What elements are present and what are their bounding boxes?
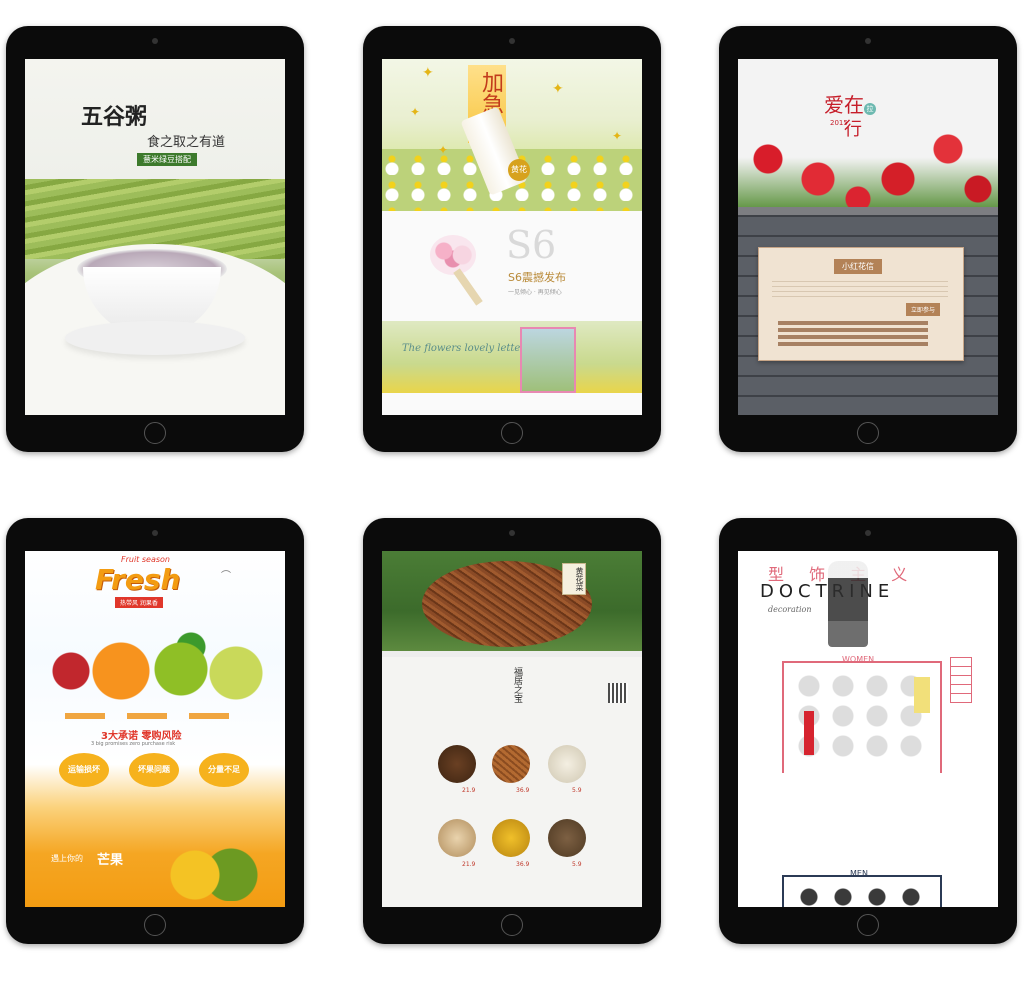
tablet-3: 爱在 拉 行 2015 小红花信 立即参与 [719, 26, 1017, 452]
product-thumb[interactable] [548, 745, 586, 783]
porridge-subtitle: 食之取之有道 [147, 135, 226, 150]
product-thumb[interactable] [438, 745, 476, 783]
home-button[interactable] [501, 422, 523, 444]
fresh-title: Fresh [95, 563, 181, 596]
camera [865, 530, 871, 536]
butterfly-icon: ✦ [612, 129, 623, 143]
decoration-script: decoration [768, 605, 812, 614]
mango-title: 芒果 [97, 853, 124, 868]
mango-prefix: 遇上你的 [51, 854, 83, 863]
home-button[interactable] [857, 422, 879, 444]
panel-list [778, 321, 928, 349]
bird-icon: ⌒ [221, 571, 231, 582]
promise-btn-weight[interactable]: 分量不足 [199, 753, 249, 787]
tablet-2: 加急函 黄花 ✦ ✦ ✦ ✦ ✦ S6 S6震撼发布 一见倾心 · 再见倾心 T… [363, 26, 661, 452]
camera [152, 530, 158, 536]
home-button[interactable] [144, 422, 166, 444]
porridge-tag: 薏米绿豆搭配 [137, 153, 197, 166]
wall-cap [738, 207, 998, 215]
porridge-title: 五谷粥 [81, 104, 148, 130]
product-thumb[interactable] [492, 819, 530, 857]
camera [152, 38, 158, 44]
men-products[interactable] [794, 885, 930, 907]
tablet-6: 型 饰 主 义 DOCTRINE decoration WOMEN MEN [719, 518, 1017, 944]
couple-photo [520, 327, 576, 393]
love-title: 爱在 [824, 93, 864, 117]
model-figure [828, 561, 868, 647]
screen-fashion: 型 饰 主 义 DOCTRINE decoration WOMEN MEN [738, 551, 998, 907]
bouquet-stem [453, 268, 483, 306]
tablet-5: 黄花菜 福居之宝 21.9 36.9 5.9 21.9 36.9 5.9 [363, 518, 661, 944]
panel-button[interactable]: 立即参与 [906, 303, 941, 316]
screen-fruit: Fruit season Fresh 热带风 润果香 ⌒ 3大承诺 零购风险 3… [25, 551, 285, 907]
product-sub: 一见倾心 · 再见倾心 [508, 289, 562, 296]
red-pants [804, 711, 814, 755]
camera [865, 38, 871, 44]
product-caption: S6震撼发布 [508, 271, 566, 284]
product-thumb[interactable] [438, 819, 476, 857]
screen-porridge: 五谷粥 食之取之有道 薏米绿豆搭配 [25, 59, 285, 415]
price-label: 5.9 [572, 787, 582, 794]
panel-title: 小红花信 [834, 259, 882, 274]
script-text: The flowers lovely letter [402, 343, 526, 354]
product-name: S6 [506, 223, 557, 267]
camera [509, 530, 515, 536]
product-thumb[interactable] [548, 819, 586, 857]
price-label: 36.9 [516, 787, 530, 794]
brand-logo: 福居之宝 [512, 667, 522, 703]
screen-flowers: 加急函 黄花 ✦ ✦ ✦ ✦ ✦ S6 S6震撼发布 一见倾心 · 再见倾心 T… [382, 59, 642, 415]
camera [509, 38, 515, 44]
promise-btn-bad-fruit[interactable]: 坏果问题 [129, 753, 179, 787]
tablet-1: 五谷粥 食之取之有道 薏米绿豆搭配 [6, 26, 304, 452]
home-button[interactable] [144, 914, 166, 936]
fruit-cluster [41, 621, 271, 707]
price-label: 5.9 [572, 861, 582, 868]
screen-daylily: 黄花菜 福居之宝 21.9 36.9 5.9 21.9 36.9 5.9 [382, 551, 642, 907]
mango-fruit [165, 845, 261, 901]
price-label: 36.9 [516, 861, 530, 868]
women-products[interactable] [794, 671, 930, 761]
yellow-dress [914, 677, 930, 713]
butterfly-icon: ✦ [410, 105, 421, 119]
wedding-banner [382, 321, 642, 393]
butterfly-icon: ✦ [438, 143, 449, 157]
product-seal: 黄花菜 [562, 563, 586, 595]
promise-en: 3 big promises zero purchase risk [91, 741, 176, 747]
nav-bar [382, 651, 642, 657]
scroll-seal: 黄花 [508, 159, 530, 181]
panel-text-lines [772, 281, 948, 299]
bouquet [430, 235, 476, 275]
promise-title: 3大承诺 零购风险 [101, 731, 182, 742]
product-thumb[interactable] [492, 745, 530, 783]
price-label: 21.9 [462, 861, 476, 868]
price-label: 21.9 [462, 787, 476, 794]
love-badge: 拉 [864, 103, 876, 115]
butterfly-icon: ✦ [552, 81, 564, 97]
screen-roses: 爱在 拉 行 2015 小红花信 立即参与 [738, 59, 998, 415]
info-row [65, 713, 245, 719]
side-nav[interactable] [950, 657, 972, 703]
tablet-4: Fruit season Fresh 热带风 润果香 ⌒ 3大承诺 零购风险 3… [6, 518, 304, 944]
bowl-plate [65, 321, 245, 355]
qr-code [608, 683, 628, 703]
butterfly-icon: ✦ [422, 65, 434, 81]
home-button[interactable] [857, 914, 879, 936]
promise-btn-transport[interactable]: 运输损坏 [59, 753, 109, 787]
rose-bush [738, 119, 998, 215]
fresh-tagline: 热带风 润果香 [115, 597, 163, 608]
home-button[interactable] [501, 914, 523, 936]
